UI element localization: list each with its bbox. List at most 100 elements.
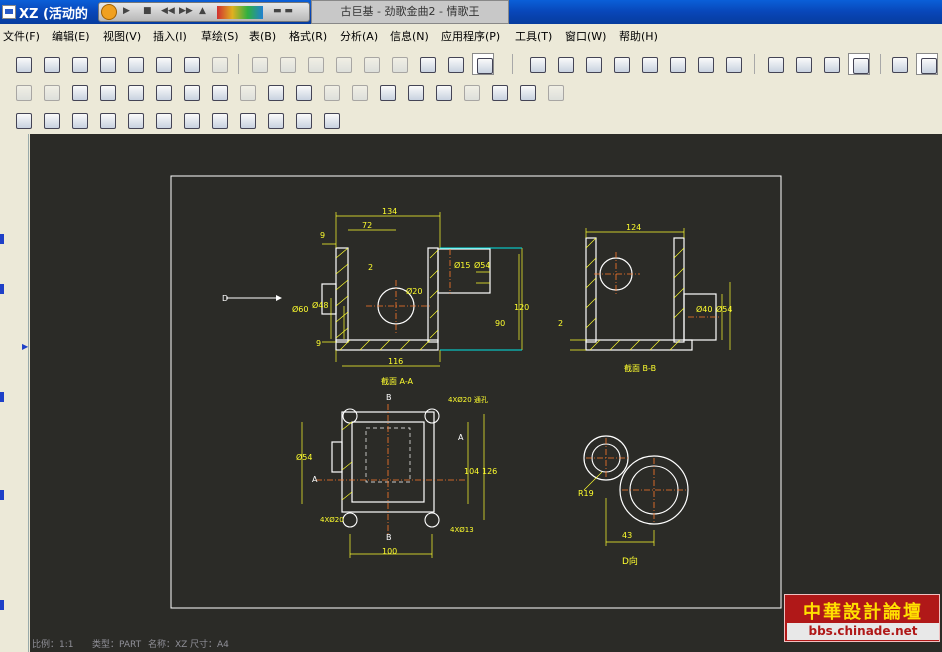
menu-view[interactable]: 视图(V) (103, 28, 141, 44)
move-item-icon[interactable] (96, 81, 118, 103)
stop-icon[interactable]: ■ (143, 6, 152, 16)
datum-axes-icon[interactable] (916, 53, 938, 75)
eject-icon[interactable]: ▲ (199, 6, 206, 16)
general-dimension-icon[interactable] (40, 109, 62, 131)
cad-drawing[interactable]: 134 72 9 2 Ø15 Ø54 Ø20 90 120 Ø60 Ø48 9 … (30, 134, 942, 652)
export-pdf-icon[interactable] (180, 53, 202, 75)
section-aa-hatch (335, 247, 439, 351)
align-icon[interactable] (544, 81, 566, 103)
title-bar: XZ (活动的 ▶ ■ ◀◀ ▶▶ ▲ ▬ ▬ 古巨基 - 劲歌金曲2 - 情歌… (0, 0, 942, 24)
save-icon[interactable] (68, 53, 90, 75)
delete-icon[interactable] (12, 81, 34, 103)
menu-info[interactable]: 信息(N) (390, 28, 429, 44)
refresh-table-icon[interactable] (516, 81, 538, 103)
collapse-arrow-icon[interactable]: ▶ (22, 342, 28, 351)
surface-finish-icon[interactable] (404, 81, 426, 103)
zoom-in-icon[interactable] (610, 53, 632, 75)
drawing-canvas[interactable]: 134 72 9 2 Ø15 Ø54 Ø20 90 120 Ø60 Ø48 9 … (30, 134, 942, 652)
plot-icon[interactable] (208, 53, 230, 75)
spin-center-icon[interactable] (554, 53, 576, 75)
dim-aa-right1: 90 (495, 319, 505, 328)
tree-marker (0, 284, 4, 294)
repaint-icon[interactable] (526, 53, 548, 75)
menu-tools[interactable]: 工具(T) (515, 28, 552, 44)
symbol-icon[interactable] (432, 81, 454, 103)
save-copy-icon[interactable] (96, 53, 118, 75)
plan-hole-tl (342, 408, 358, 424)
plan-hole-tr (424, 408, 440, 424)
menu-insert[interactable]: 插入(I) (153, 28, 187, 44)
lock-view-icon[interactable] (124, 81, 146, 103)
zoom-out-icon[interactable] (638, 53, 660, 75)
weight-icon[interactable] (208, 109, 230, 131)
view-icon[interactable] (12, 109, 34, 131)
erase-icon[interactable] (40, 81, 62, 103)
sketch-pen-icon[interactable] (236, 109, 258, 131)
menu-file[interactable]: 文件(F) (3, 28, 40, 44)
media-menu-icon[interactable]: ▬ ▬ (273, 6, 293, 16)
toolbar-separator (880, 54, 881, 74)
datum-feature-icon[interactable] (180, 109, 202, 131)
hidden-line-icon[interactable] (792, 53, 814, 75)
print-icon[interactable] (124, 53, 146, 75)
select-box-icon[interactable] (472, 53, 494, 75)
model-tree-strip[interactable]: ▶ (0, 134, 29, 652)
clip-note-icon[interactable] (320, 109, 342, 131)
datum-planes-icon[interactable] (888, 53, 910, 75)
status-name: 名称：XZ (148, 640, 188, 650)
gtol-frame-icon[interactable] (152, 109, 174, 131)
email-icon[interactable] (152, 53, 174, 75)
menu-sketch[interactable]: 草绘(S) (201, 28, 239, 44)
redo-icon[interactable] (276, 53, 298, 75)
copy-icon[interactable] (332, 53, 354, 75)
prev-icon[interactable]: ◀◀ (161, 6, 175, 16)
undo-icon[interactable] (248, 53, 270, 75)
menu-applications[interactable]: 应用程序(P) (441, 28, 500, 44)
saved-views-icon[interactable] (694, 53, 716, 75)
menu-analysis[interactable]: 分析(A) (340, 28, 378, 44)
save-display-icon[interactable] (264, 109, 286, 131)
menu-edit[interactable]: 编辑(E) (52, 28, 90, 44)
paste-special-icon[interactable] (388, 53, 410, 75)
table-grid-icon[interactable] (124, 109, 146, 131)
wireframe-icon[interactable] (764, 53, 786, 75)
axis-icon[interactable] (348, 81, 370, 103)
open-folder-icon[interactable] (40, 53, 62, 75)
hatch-icon[interactable] (320, 81, 342, 103)
menu-window[interactable]: 窗口(W) (565, 28, 606, 44)
regenerate-icon[interactable] (416, 53, 438, 75)
show-annotations-icon[interactable] (180, 81, 202, 103)
repeat-region-icon[interactable] (488, 81, 510, 103)
edit-note-icon[interactable] (292, 109, 314, 131)
ordinate-icon[interactable] (236, 81, 258, 103)
shading-icon[interactable] (848, 53, 870, 75)
note-text-icon[interactable] (292, 81, 314, 103)
orient-icon[interactable] (582, 53, 604, 75)
next-icon[interactable]: ▶▶ (179, 6, 193, 16)
paste-icon[interactable] (360, 53, 382, 75)
view-d-centerlines (586, 438, 686, 524)
layers-icon[interactable] (722, 53, 744, 75)
menu-format[interactable]: 格式(R) (289, 28, 327, 44)
ordinate-dimension-icon[interactable] (96, 109, 118, 131)
cut-icon[interactable] (304, 53, 326, 75)
window-title: XZ (活动的 (19, 7, 88, 22)
dimension-icon[interactable] (208, 81, 230, 103)
tree-marker (0, 490, 4, 500)
new-file-icon[interactable] (12, 53, 34, 75)
play-icon[interactable]: ▶ (123, 6, 130, 16)
media-face-icon (101, 4, 117, 20)
tree-marker (0, 234, 4, 244)
find-binoculars-icon[interactable] (444, 53, 466, 75)
update-sheet-icon[interactable] (68, 81, 90, 103)
gtol-icon[interactable] (376, 81, 398, 103)
reference-dimension-icon[interactable] (68, 109, 90, 131)
menu-table[interactable]: 表(B) (249, 28, 276, 44)
media-player[interactable]: ▶ ■ ◀◀ ▶▶ ▲ ▬ ▬ (98, 2, 310, 22)
menu-help[interactable]: 帮助(H) (619, 28, 658, 44)
no-hidden-icon[interactable] (820, 53, 842, 75)
zoom-fit-icon[interactable] (666, 53, 688, 75)
baseline-icon[interactable] (264, 81, 286, 103)
table-icon[interactable] (152, 81, 174, 103)
datum-target-icon[interactable] (460, 81, 482, 103)
